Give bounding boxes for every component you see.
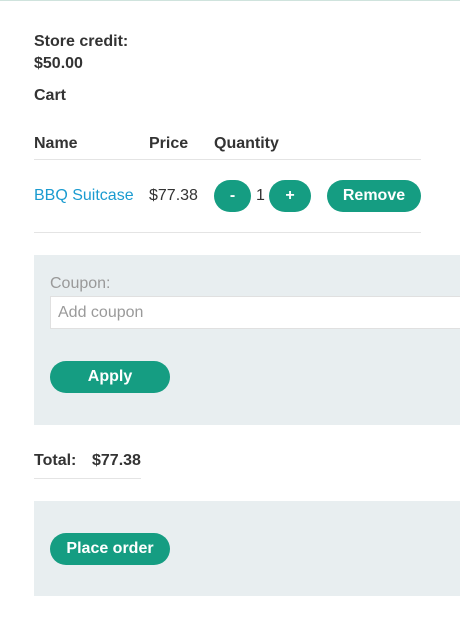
coupon-label: Coupon: — [50, 275, 111, 292]
product-link[interactable]: BBQ Suitcase — [34, 187, 134, 205]
apply-coupon-button[interactable]: Apply — [50, 361, 170, 393]
store-credit-label: Store credit: — [34, 33, 129, 50]
store-credit: Store credit: $50.00 — [34, 31, 128, 75]
column-header-price: Price — [149, 135, 189, 152]
quantity-value: 1 — [256, 187, 265, 204]
place-order-panel: Place order — [34, 501, 460, 596]
coupon-panel: Coupon: Apply — [34, 255, 460, 425]
total-value: $77.38 — [92, 452, 141, 469]
place-order-button[interactable]: Place order — [50, 533, 170, 565]
column-header-quantity: Quantity — [214, 135, 279, 152]
total-label: Total: — [34, 452, 77, 469]
product-price: $77.38 — [149, 187, 198, 204]
column-header-name: Name — [34, 135, 78, 152]
store-credit-amount: $50.00 — [34, 55, 83, 72]
cart-heading: Cart — [34, 87, 67, 104]
increase-quantity-button[interactable]: + — [269, 180, 311, 212]
coupon-input[interactable] — [50, 296, 460, 329]
decrease-quantity-button[interactable]: - — [214, 180, 251, 212]
header-divider — [34, 159, 421, 160]
top-divider — [0, 0, 460, 1]
row-divider — [34, 232, 421, 233]
remove-button[interactable]: Remove — [327, 180, 421, 212]
total-divider — [34, 478, 141, 479]
